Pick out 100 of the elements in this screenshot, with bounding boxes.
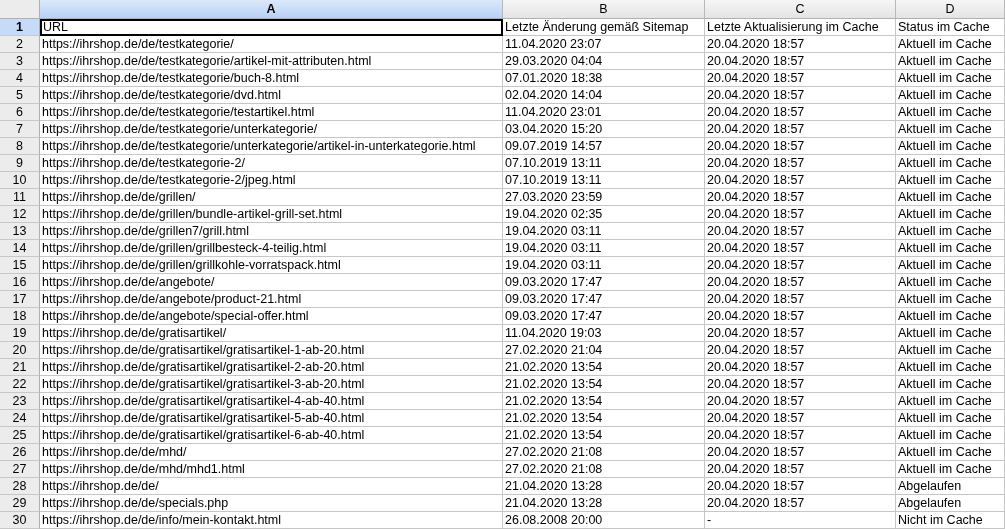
row-header[interactable]: 24 (0, 410, 40, 427)
table-cell: https://ihrshop.de/de/grillen/bundle-artikel-grill-set.html (40, 206, 503, 223)
table-cell: Aktuell im Cache (896, 206, 1005, 223)
row-header[interactable]: 29 (0, 495, 40, 512)
table-cell: 21.02.2020 13:54 (503, 410, 705, 427)
row-header[interactable]: 1 (0, 19, 40, 36)
row-header[interactable]: 8 (0, 138, 40, 155)
table-cell: 11.04.2020 23:01 (503, 104, 705, 121)
row-header[interactable]: 17 (0, 291, 40, 308)
table-cell: 26.08.2008 20:00 (503, 512, 705, 529)
table-cell: https://ihrshop.de/de/gratisartikel/gratisartikel-6-ab-40.html (40, 427, 503, 444)
table-cell: 02.04.2020 14:04 (503, 87, 705, 104)
table-cell: 29.03.2020 04:04 (503, 53, 705, 70)
table-cell: 21.02.2020 13:54 (503, 359, 705, 376)
table-cell: https://ihrshop.de/de/ (40, 478, 503, 495)
row-header[interactable]: 5 (0, 87, 40, 104)
table-cell: Aktuell im Cache (896, 36, 1005, 53)
table-cell: https://ihrshop.de/de/mhd/mhd1.html (40, 461, 503, 478)
table-cell: 03.04.2020 15:20 (503, 121, 705, 138)
row-header[interactable]: 30 (0, 512, 40, 529)
table-cell: https://ihrshop.de/de/grillen/ (40, 189, 503, 206)
table-cell: 21.04.2020 13:28 (503, 495, 705, 512)
column-header[interactable]: C (705, 0, 896, 19)
table-cell: 20.04.2020 18:57 (705, 325, 896, 342)
row-header[interactable]: 23 (0, 393, 40, 410)
table-cell: 20.04.2020 18:57 (705, 138, 896, 155)
table-cell: 09.07.2019 14:57 (503, 138, 705, 155)
table-cell: 07.10.2019 13:11 (503, 172, 705, 189)
table-cell: 09.03.2020 17:47 (503, 308, 705, 325)
table-cell: 20.04.2020 18:57 (705, 155, 896, 172)
column-header[interactable]: A (40, 0, 503, 19)
row-header[interactable]: 7 (0, 121, 40, 138)
table-cell: 20.04.2020 18:57 (705, 53, 896, 70)
row-header[interactable]: 28 (0, 478, 40, 495)
row-header[interactable]: 22 (0, 376, 40, 393)
row-header[interactable]: 15 (0, 257, 40, 274)
table-cell: Aktuell im Cache (896, 223, 1005, 240)
table-cell: Aktuell im Cache (896, 376, 1005, 393)
table-cell: 19.04.2020 02:35 (503, 206, 705, 223)
row-header[interactable]: 10 (0, 172, 40, 189)
table-cell: Abgelaufen (896, 478, 1005, 495)
table-cell: Aktuell im Cache (896, 410, 1005, 427)
table-cell: 20.04.2020 18:57 (705, 376, 896, 393)
row-header[interactable]: 25 (0, 427, 40, 444)
table-cell: 20.04.2020 18:57 (705, 257, 896, 274)
table-cell: https://ihrshop.de/de/testkategorie-2/ (40, 155, 503, 172)
table-cell: 20.04.2020 18:57 (705, 87, 896, 104)
table-cell: https://ihrshop.de/de/specials.php (40, 495, 503, 512)
table-cell: 20.04.2020 18:57 (705, 495, 896, 512)
table-cell: Aktuell im Cache (896, 240, 1005, 257)
table-cell: Aktuell im Cache (896, 393, 1005, 410)
row-header[interactable]: 6 (0, 104, 40, 121)
table-cell: Letzte Änderung gemäß Sitemap (503, 19, 705, 36)
table-cell: Letzte Aktualisierung im Cache (705, 19, 896, 36)
table-cell: https://ihrshop.de/de/grillen/grillbesteck-4-teilig.html (40, 240, 503, 257)
row-header[interactable]: 16 (0, 274, 40, 291)
table-cell: 21.02.2020 13:54 (503, 376, 705, 393)
table-cell: Aktuell im Cache (896, 342, 1005, 359)
table-cell: https://ihrshop.de/de/grillen7/grill.html (40, 223, 503, 240)
row-header[interactable]: 20 (0, 342, 40, 359)
table-cell: 19.04.2020 03:11 (503, 223, 705, 240)
table-cell: https://ihrshop.de/de/angebote/product-21.html (40, 291, 503, 308)
table-cell: 20.04.2020 18:57 (705, 223, 896, 240)
row-header[interactable]: 21 (0, 359, 40, 376)
select-all-corner[interactable] (0, 0, 40, 19)
table-cell: 20.04.2020 18:57 (705, 393, 896, 410)
table-cell: 20.04.2020 18:57 (705, 444, 896, 461)
row-header[interactable]: 26 (0, 444, 40, 461)
table-cell: Aktuell im Cache (896, 189, 1005, 206)
table-cell: Aktuell im Cache (896, 257, 1005, 274)
table-cell: 27.02.2020 21:04 (503, 342, 705, 359)
table-cell: 21.02.2020 13:54 (503, 393, 705, 410)
table-cell: 19.04.2020 03:11 (503, 240, 705, 257)
table-cell: https://ihrshop.de/de/testkategorie/unterkategorie/artikel-in-unterkategorie.html (40, 138, 503, 155)
row-header[interactable]: 14 (0, 240, 40, 257)
row-header[interactable]: 12 (0, 206, 40, 223)
table-cell: Aktuell im Cache (896, 274, 1005, 291)
column-header[interactable]: D (896, 0, 1005, 19)
row-header[interactable]: 27 (0, 461, 40, 478)
table-cell: - (705, 512, 896, 529)
row-header[interactable]: 19 (0, 325, 40, 342)
table-cell: Aktuell im Cache (896, 87, 1005, 104)
row-header[interactable]: 13 (0, 223, 40, 240)
table-cell: https://ihrshop.de/de/gratisartikel/gratisartikel-3-ab-20.html (40, 376, 503, 393)
table-cell: https://ihrshop.de/de/testkategorie/dvd.html (40, 87, 503, 104)
table-cell: Aktuell im Cache (896, 172, 1005, 189)
row-header[interactable]: 4 (0, 70, 40, 87)
table-cell: https://ihrshop.de/de/info/mein-kontakt.html (40, 512, 503, 529)
table-cell: 20.04.2020 18:57 (705, 308, 896, 325)
row-header[interactable]: 18 (0, 308, 40, 325)
table-cell: Aktuell im Cache (896, 427, 1005, 444)
row-header[interactable]: 2 (0, 36, 40, 53)
row-header[interactable]: 3 (0, 53, 40, 70)
table-cell: 07.10.2019 13:11 (503, 155, 705, 172)
table-cell: https://ihrshop.de/de/testkategorie-2/jpeg.html (40, 172, 503, 189)
table-cell: 20.04.2020 18:57 (705, 206, 896, 223)
row-header[interactable]: 11 (0, 189, 40, 206)
table-cell: 20.04.2020 18:57 (705, 291, 896, 308)
row-header[interactable]: 9 (0, 155, 40, 172)
column-header[interactable]: B (503, 0, 705, 19)
